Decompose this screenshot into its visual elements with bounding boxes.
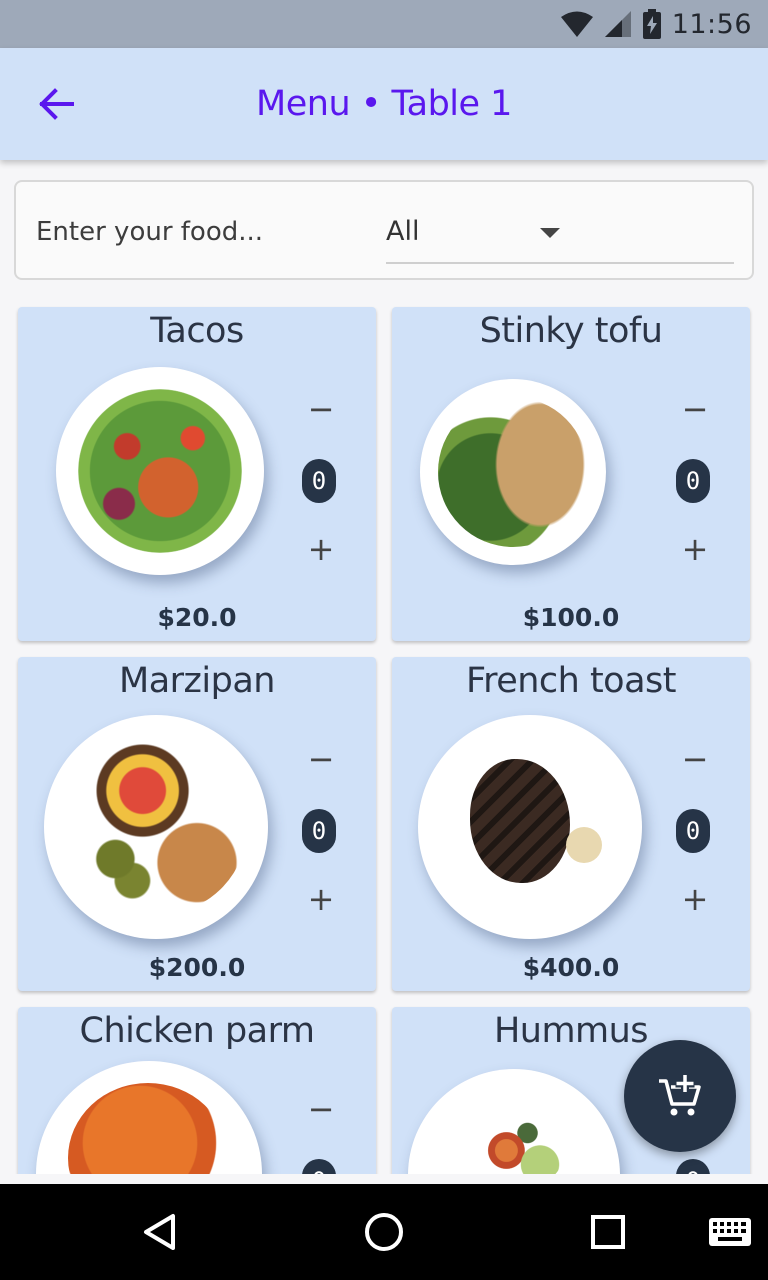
menu-card[interactable]: French toast − 0 + $400.0 [392,657,750,991]
arrow-back-icon [39,88,74,120]
food-image [44,715,268,939]
item-name: French toast [465,661,677,701]
food-image [420,379,606,565]
status-bar: 11:56 [0,0,768,48]
category-value: All [386,216,420,247]
food-image [56,367,264,575]
app-bar: Menu • Table 1 [0,48,768,160]
quantity-badge: 0 [676,1159,710,1174]
menu-card[interactable]: Marzipan − 0 + $200.0 [18,657,376,991]
menu-card[interactable]: Chicken parm − 0 + [18,1007,376,1174]
nav-keyboard-button[interactable] [702,1204,758,1260]
nav-home-button[interactable] [356,1204,412,1260]
item-name: Tacos [150,311,244,351]
quantity-badge: 0 [302,459,336,503]
cell-signal-icon [604,11,631,37]
quantity-badge: 0 [676,809,710,853]
nav-back-button[interactable] [132,1204,188,1260]
item-price: $400.0 [522,953,620,982]
item-name: Stinky tofu [479,311,663,351]
food-image [408,1069,620,1174]
chevron-down-icon [540,228,560,238]
status-icons: 11:56 [560,8,752,40]
decrease-quantity-button[interactable]: − [301,739,341,779]
search-card: All [14,180,754,280]
item-price: $200.0 [148,953,246,982]
battery-charging-icon [642,9,661,39]
decrease-quantity-button[interactable]: − [675,389,715,429]
item-price: $20.0 [157,603,237,632]
recents-square-icon [591,1215,625,1249]
food-image [418,715,642,939]
decrease-quantity-button[interactable]: − [301,1089,341,1129]
quantity-badge: 0 [302,1159,336,1174]
status-time: 11:56 [671,8,752,40]
increase-quantity-button[interactable]: + [301,879,341,919]
increase-quantity-button[interactable]: + [675,529,715,569]
system-nav-bar [0,1184,768,1280]
item-name: Marzipan [119,661,275,701]
menu-card[interactable]: Tacos − 0 + $20.0 [18,307,376,641]
decrease-quantity-button[interactable]: − [675,739,715,779]
page-title: Menu • Table 1 [256,84,512,124]
increase-quantity-button[interactable]: + [675,879,715,919]
increase-quantity-button[interactable]: + [301,529,341,569]
menu-card[interactable]: Stinky tofu − 0 + $100.0 [392,307,750,641]
keyboard-icon [709,1218,751,1246]
home-circle-icon [365,1213,403,1251]
item-price: $100.0 [522,603,620,632]
food-image [36,1061,262,1174]
menu-grid[interactable]: Tacos − 0 + $20.0 Stinky tofu − 0 + $100… [0,296,768,1174]
back-button[interactable] [28,76,84,132]
cart-fab-button[interactable] [624,1040,736,1152]
quantity-badge: 0 [302,809,336,853]
decrease-quantity-button[interactable]: − [301,389,341,429]
item-name: Chicken parm [79,1011,315,1051]
wifi-icon [560,11,593,37]
back-triangle-icon [144,1214,175,1250]
quantity-badge: 0 [676,459,710,503]
add-shopping-cart-icon [659,1074,701,1116]
nav-recents-button[interactable] [580,1204,636,1260]
search-input[interactable] [36,210,356,254]
category-dropdown[interactable]: All [386,206,734,264]
